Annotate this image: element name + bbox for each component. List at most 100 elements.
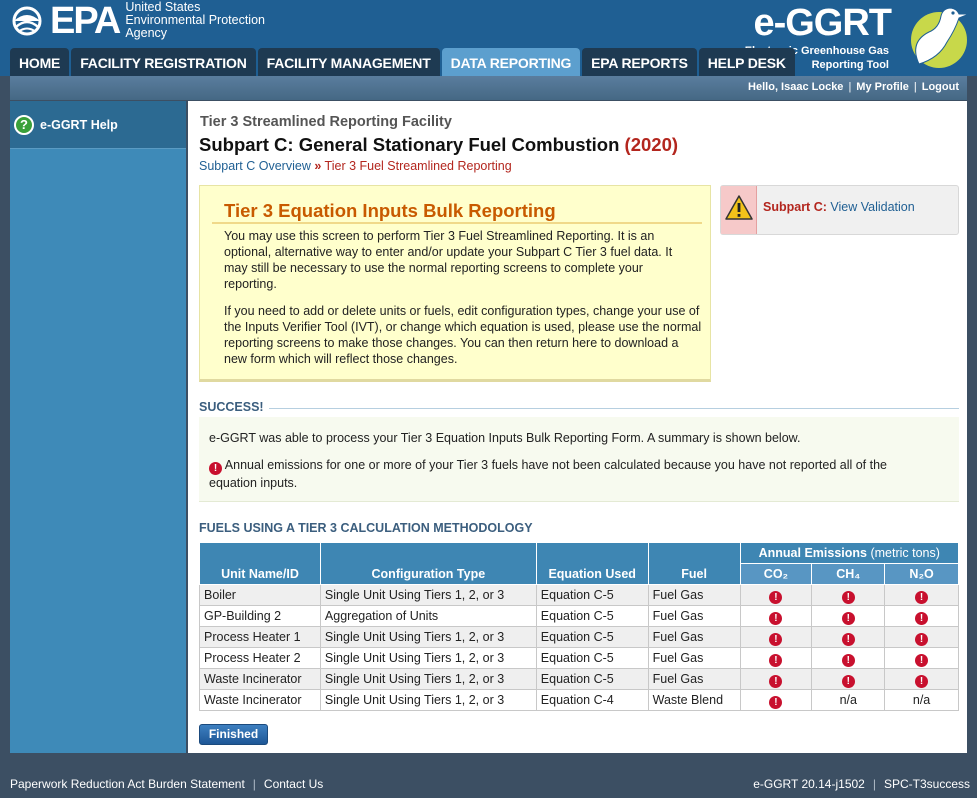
nav-tab-data-reporting[interactable]: DATA REPORTING	[441, 48, 581, 76]
cell-ch4: !	[811, 584, 886, 606]
breadcrumb: Subpart C Overview » Tier 3 Fuel Streaml…	[199, 159, 512, 173]
footer-version: e-GGRT 20.14-j1502 | SPC-T3success	[753, 777, 970, 791]
cell-fuel: Fuel Gas	[647, 668, 741, 690]
main-content: Tier 3 Streamlined Reporting Facility Su…	[188, 101, 967, 753]
success-message: e-GGRT was able to process your Tier 3 E…	[209, 431, 801, 445]
cell-equation: Equation C-5	[535, 647, 649, 669]
table-row: Waste Incinerator Single Unit Using Tiers…	[199, 668, 959, 690]
error-icon[interactable]: !	[841, 653, 855, 667]
validation-label: Subpart C:	[763, 200, 827, 214]
error-icon[interactable]: !	[769, 653, 783, 667]
sidebar: ? e-GGRT Help	[10, 101, 186, 753]
cell-fuel: Fuel Gas	[647, 605, 741, 627]
column-header-equation: Equation Used	[535, 542, 649, 585]
cell-n2o: !	[884, 647, 959, 669]
cell-config: Single Unit Using Tiers 1, 2, or 3	[319, 689, 537, 711]
error-icon[interactable]: !	[915, 632, 929, 646]
cell-unit: Boiler	[199, 584, 321, 606]
nav-tab-help-desk[interactable]: HELP DESK	[698, 48, 795, 76]
finished-button[interactable]: Finished	[199, 724, 268, 745]
error-icon[interactable]: !	[841, 632, 855, 646]
table-row: GP-Building 2 Aggregation of Units Equatio…	[199, 605, 959, 627]
error-icon[interactable]: !	[769, 695, 783, 709]
table-row: Boiler Single Unit Using Tiers 1, 2, or 3…	[199, 584, 959, 606]
cell-co2: !	[739, 605, 813, 627]
column-header-n2o: N₂O	[884, 563, 959, 585]
paperwork-reduction-link[interactable]: Paperwork Reduction Act Burden Statement	[10, 777, 245, 791]
success-box: e-GGRT was able to process your Tier 3 E…	[199, 417, 959, 502]
cell-fuel: Fuel Gas	[647, 647, 741, 669]
epa-logo[interactable]: EPA United States Environmental Protecti…	[6, 0, 265, 40]
site-footer: Paperwork Reduction Act Burden Statement…	[0, 770, 977, 798]
cell-unit: Process Heater 2	[199, 647, 321, 669]
error-icon[interactable]: !	[915, 611, 929, 625]
cell-equation: Equation C-5	[535, 605, 649, 627]
cell-co2: !	[739, 584, 813, 606]
cell-co2: !	[739, 689, 813, 711]
sidebar-item-help[interactable]: ? e-GGRT Help	[10, 101, 186, 149]
cell-config: Aggregation of Units	[319, 605, 537, 627]
error-icon[interactable]: !	[769, 674, 783, 688]
cell-unit: Process Heater 1	[199, 626, 321, 648]
agency-line: Environmental Protection	[125, 12, 265, 27]
question-icon: ?	[14, 114, 34, 135]
error-icon[interactable]: !	[915, 590, 929, 604]
table-row: Process Heater 1 Single Unit Using Tiers …	[199, 626, 959, 648]
main-nav: HOME FACILITY REGISTRATION FACILITY MANA…	[10, 48, 795, 76]
error-icon[interactable]: !	[841, 674, 855, 688]
contact-us-link[interactable]: Contact Us	[264, 777, 323, 791]
page-title: Subpart C: General Stationary Fuel Combu…	[199, 134, 678, 156]
error-icon[interactable]: !	[769, 590, 783, 604]
column-header-unit: Unit Name/ID	[199, 542, 321, 585]
cell-fuel: Fuel Gas	[647, 626, 741, 648]
nav-tab-epa-reports[interactable]: EPA REPORTS	[582, 48, 697, 76]
cell-ch4: !	[811, 626, 886, 648]
breadcrumb-subpart-overview-link[interactable]: Subpart C Overview	[199, 159, 311, 173]
info-heading: Tier 3 Equation Inputs Bulk Reporting	[224, 200, 556, 221]
agency-line: Agency	[125, 25, 168, 40]
nav-tab-facility-registration[interactable]: FACILITY REGISTRATION	[71, 48, 256, 76]
error-icon[interactable]: !	[841, 611, 855, 625]
logout-link[interactable]: Logout	[922, 81, 959, 93]
error-icon[interactable]: !	[769, 611, 783, 625]
user-greeting: Hello, Isaac Locke	[748, 81, 844, 93]
column-header-co2: CO₂	[739, 563, 813, 585]
user-bar: Hello, Isaac Locke | My Profile | Logout	[10, 76, 967, 100]
eggrt-logo-title: e-GGRT	[753, 2, 892, 44]
cell-fuel: Fuel Gas	[647, 584, 741, 606]
separator: |	[252, 777, 256, 791]
cell-n2o: !	[884, 584, 959, 606]
cell-ch4: n/a	[811, 689, 886, 711]
facility-name: Tier 3 Streamlined Reporting Facility	[200, 114, 452, 130]
cell-config: Single Unit Using Tiers 1, 2, or 3	[319, 626, 537, 648]
cell-equation: Equation C-4	[535, 689, 649, 711]
breadcrumb-separator: »	[314, 159, 322, 173]
separator: |	[913, 81, 917, 93]
cell-config: Single Unit Using Tiers 1, 2, or 3	[319, 668, 537, 690]
error-icon[interactable]: !	[915, 653, 929, 667]
cell-ch4: !	[811, 668, 886, 690]
success-heading: SUCCESS!	[199, 400, 264, 414]
error-icon[interactable]: !	[769, 632, 783, 646]
agency-line: United States	[125, 0, 201, 14]
nav-tab-facility-management[interactable]: FACILITY MANAGEMENT	[257, 48, 440, 76]
cell-n2o: !	[884, 668, 959, 690]
error-icon[interactable]: !	[841, 590, 855, 604]
validation-text: Subpart C: View Validation	[763, 200, 915, 214]
site-header: EPA United States Environmental Protecti…	[0, 0, 977, 76]
view-validation-link[interactable]: View Validation	[830, 200, 914, 214]
app-version: e-GGRT 20.14-j1502	[753, 777, 865, 791]
info-paragraph: If you need to add or delete units or fu…	[224, 304, 702, 366]
cell-n2o: n/a	[884, 689, 959, 711]
my-profile-link[interactable]: My Profile	[856, 81, 909, 93]
column-header-ch4: CH₄	[811, 563, 886, 585]
breadcrumb-current: Tier 3 Fuel Streamlined Reporting	[324, 159, 512, 173]
cell-config: Single Unit Using Tiers 1, 2, or 3	[319, 584, 537, 606]
error-icon[interactable]: !	[915, 674, 929, 688]
cell-config: Single Unit Using Tiers 1, 2, or 3	[319, 647, 537, 669]
cell-co2: !	[739, 626, 813, 648]
separator: |	[848, 81, 852, 93]
nav-tab-home[interactable]: HOME	[10, 48, 70, 76]
egret-logo-icon	[911, 7, 970, 68]
warning-icon	[725, 195, 753, 220]
